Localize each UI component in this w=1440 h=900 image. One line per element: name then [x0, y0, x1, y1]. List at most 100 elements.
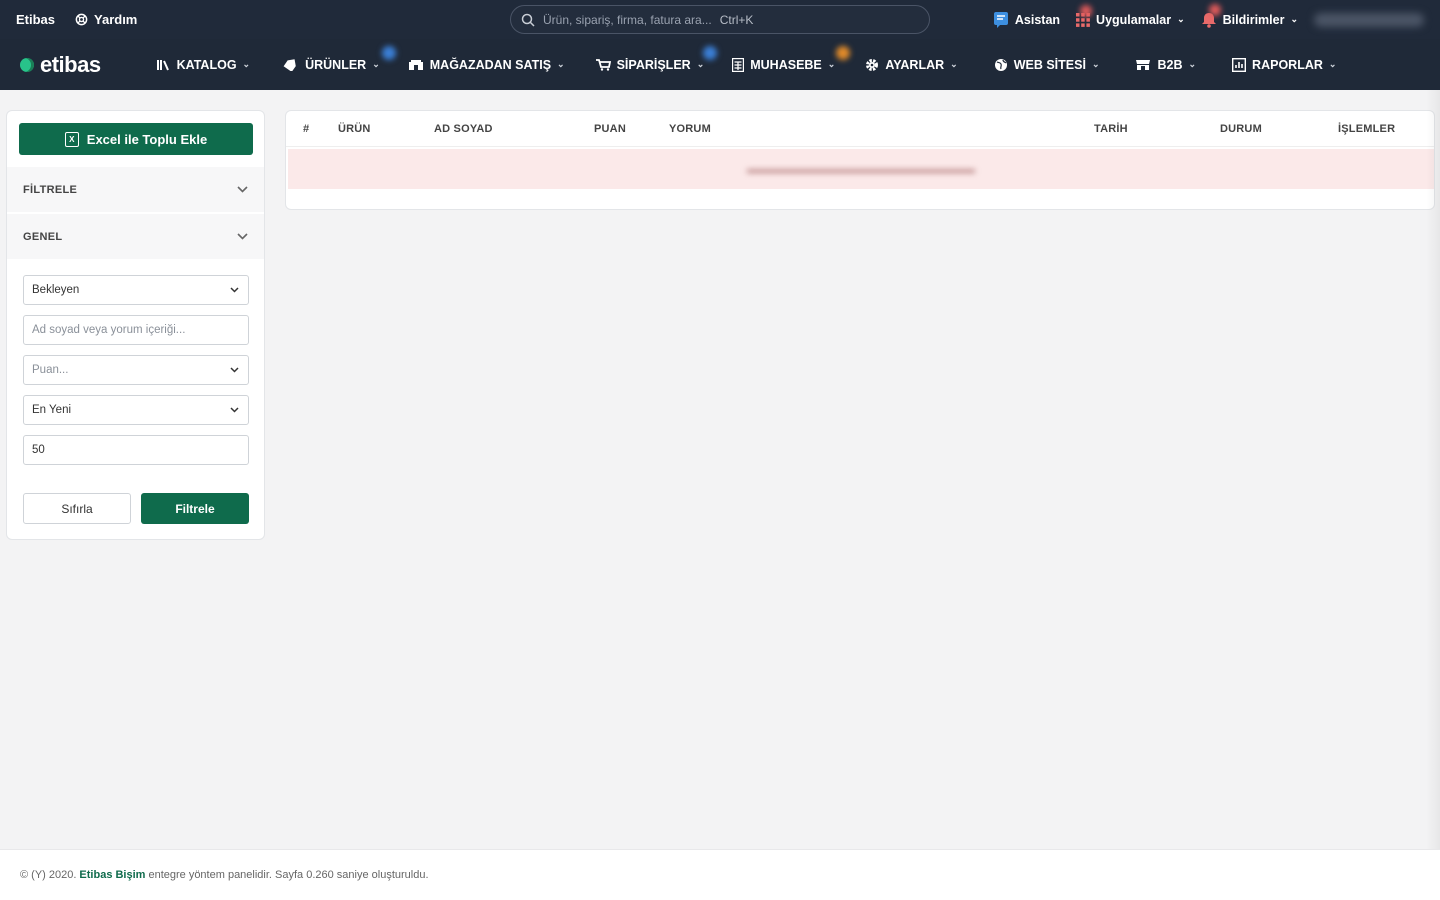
nav-item-magazadan-satis[interactable]: MAĞAZADAN SATIŞ ⌄ — [408, 58, 565, 72]
chevron-down-icon: ⌄ — [696, 59, 705, 69]
limit-input[interactable]: 50 — [23, 435, 249, 465]
excel-icon: X — [64, 131, 79, 147]
notifications-label: Bildirimler — [1222, 12, 1285, 27]
nav-item-label: SİPARİŞLER — [616, 57, 691, 72]
apps-label: Uygulamalar — [1096, 12, 1172, 27]
nav-item-web-sitesi[interactable]: WEB SİTESİ ⌄ — [994, 57, 1100, 72]
chevron-down-icon — [230, 407, 239, 413]
logo[interactable]: etibas — [20, 52, 101, 78]
column-header-date: TARİH — [1094, 123, 1128, 135]
status-select[interactable]: Bekleyen — [23, 275, 249, 305]
column-header-index: # — [303, 123, 310, 135]
chevron-down-icon: ⌄ — [242, 59, 251, 69]
nav-item-label: RAPORLAR — [1252, 57, 1323, 72]
review-search-placeholder: Ad soyad veya yorum içeriği... — [32, 324, 186, 336]
footer-suffix: entegre yöntem panelidir. Sayfa 0.260 sa… — [148, 869, 429, 881]
nav-menu: KATALOG ⌄ ÜRÜNLER ⌄ MAĞAZADAN SATIŞ ⌄ SİPAR… — [156, 45, 1337, 72]
top-bar: Etibas Yardım Ürün, sipariş, firma, fatu… — [0, 0, 1440, 39]
nav-item-ayarlar[interactable]: AYARLAR ⌄ — [865, 58, 958, 72]
apps-badge — [1080, 4, 1093, 17]
column-header-product: ÜRÜN — [338, 123, 371, 135]
user-menu[interactable] — [1314, 12, 1424, 27]
help-icon — [75, 13, 88, 26]
nav-badge — [702, 45, 717, 60]
column-header-rating: PUAN — [594, 123, 626, 135]
search-shortcut: Ctrl+K — [719, 12, 754, 27]
calculator-icon — [732, 57, 745, 72]
general-section-title: GENEL — [23, 230, 63, 243]
chevron-down-icon: ⌄ — [827, 59, 836, 69]
chevron-down-icon: ⌄ — [372, 59, 380, 69]
general-section-toggle[interactable]: GENEL — [7, 214, 264, 260]
nav-badge — [382, 45, 397, 60]
cart-icon — [595, 58, 611, 71]
nav-item-label: MUHASEBE — [750, 57, 822, 72]
nav-item-muhasebe[interactable]: MUHASEBE ⌄ — [732, 45, 851, 72]
status-select-value: Bekleyen — [32, 284, 80, 296]
scroll-shadow — [1426, 90, 1440, 900]
chevron-down-icon — [237, 233, 248, 240]
column-header-name: AD SOYAD — [434, 123, 493, 135]
filter-button[interactable]: Filtrele — [141, 493, 249, 524]
chevron-down-icon: ⌄ — [1188, 59, 1197, 69]
column-header-actions: İŞLEMLER — [1338, 123, 1396, 135]
nav-badge — [836, 45, 851, 60]
search-icon — [521, 13, 535, 27]
assistant-label: Asistan — [1014, 12, 1061, 27]
sort-select[interactable]: En Yeni — [23, 395, 249, 425]
footer-company-link[interactable]: Etibas Bişim — [79, 869, 145, 881]
nav-item-label: MAĞAZADAN SATIŞ — [429, 57, 552, 72]
notifications-menu[interactable]: Bildirimler ⌄ — [1201, 3, 1298, 28]
table-header: # ÜRÜN AD SOYAD PUAN YORUM TARİH DURUM İ… — [286, 111, 1434, 147]
column-header-comment: YORUM — [669, 123, 711, 135]
chevron-down-icon: ⌄ — [1290, 14, 1298, 24]
excel-import-label: Excel ile Toplu Ekle — [86, 131, 208, 147]
filter-section-title: FİLTRELE — [23, 183, 78, 196]
search-placeholder: Ürün, sipariş, firma, fatura ara... — [543, 12, 712, 27]
help-label: Yardım — [94, 12, 138, 27]
rating-select-placeholder: Puan... — [32, 364, 69, 376]
chevron-down-icon: ⌄ — [1177, 14, 1185, 24]
books-icon — [156, 59, 169, 70]
global-search-input[interactable]: Ürün, sipariş, firma, fatura ara... Ctrl… — [510, 5, 930, 34]
chevron-down-icon: ⌄ — [557, 59, 565, 69]
column-header-status: DURUM — [1220, 123, 1262, 135]
nav-item-label: WEB SİTESİ — [1013, 57, 1086, 72]
gear-icon — [866, 58, 879, 71]
nav-item-label: KATALOG — [176, 57, 237, 72]
empty-state-message-blurred: ▬▬▬▬▬▬▬▬▬▬▬▬▬▬▬▬▬▬▬ — [747, 162, 975, 176]
apps-menu[interactable]: Uygulamalar ⌄ — [1076, 4, 1185, 27]
chevron-down-icon — [230, 287, 239, 293]
nav-item-siparisler[interactable]: SİPARİŞLER ⌄ — [595, 45, 717, 72]
filter-sidebar: X Excel ile Toplu Ekle FİLTRELE GENEL Be… — [6, 110, 265, 540]
filter-section-toggle[interactable]: FİLTRELE — [7, 167, 264, 213]
rating-select[interactable]: Puan... — [23, 355, 249, 385]
nav-item-label: B2B — [1157, 57, 1183, 72]
nav-item-raporlar[interactable]: RAPORLAR ⌄ — [1232, 57, 1337, 72]
report-icon — [1232, 57, 1247, 72]
nav-item-b2b[interactable]: B2B ⌄ — [1135, 58, 1196, 72]
chevron-down-icon: ⌄ — [1091, 59, 1100, 69]
footer-prefix: © (Y) 2020. — [20, 869, 77, 881]
logo-text: etibas — [40, 51, 101, 77]
chevron-down-icon — [230, 367, 239, 373]
sort-select-value: En Yeni — [32, 404, 72, 416]
help-link[interactable]: Yardım — [75, 12, 137, 27]
shop-icon — [1136, 59, 1151, 70]
review-search-input[interactable]: Ad soyad veya yorum içeriği... — [23, 315, 249, 345]
footer: © (Y) 2020. Etibas Bişim entegre yöntem … — [0, 849, 1440, 900]
reset-button[interactable]: Sıfırla — [23, 493, 131, 524]
excel-import-button[interactable]: X Excel ile Toplu Ekle — [19, 123, 253, 155]
logo-icon — [20, 57, 34, 72]
nav-item-urunler[interactable]: ÜRÜNLER ⌄ — [282, 45, 397, 72]
assistant-button[interactable]: Asistan — [993, 11, 1060, 29]
nav-item-label: ÜRÜNLER — [305, 57, 367, 72]
main-nav: etibas KATALOG ⌄ ÜRÜNLER ⌄ MAĞAZADAN SATIŞ… — [0, 39, 1440, 90]
tag-icon — [283, 58, 296, 71]
chevron-down-icon: ⌄ — [1328, 59, 1337, 69]
brand-link[interactable]: Etibas — [16, 12, 55, 27]
chevron-down-icon: ⌄ — [950, 59, 958, 69]
nav-item-katalog[interactable]: KATALOG ⌄ — [156, 57, 251, 72]
store-icon — [408, 59, 423, 70]
notifications-badge — [1208, 3, 1221, 16]
